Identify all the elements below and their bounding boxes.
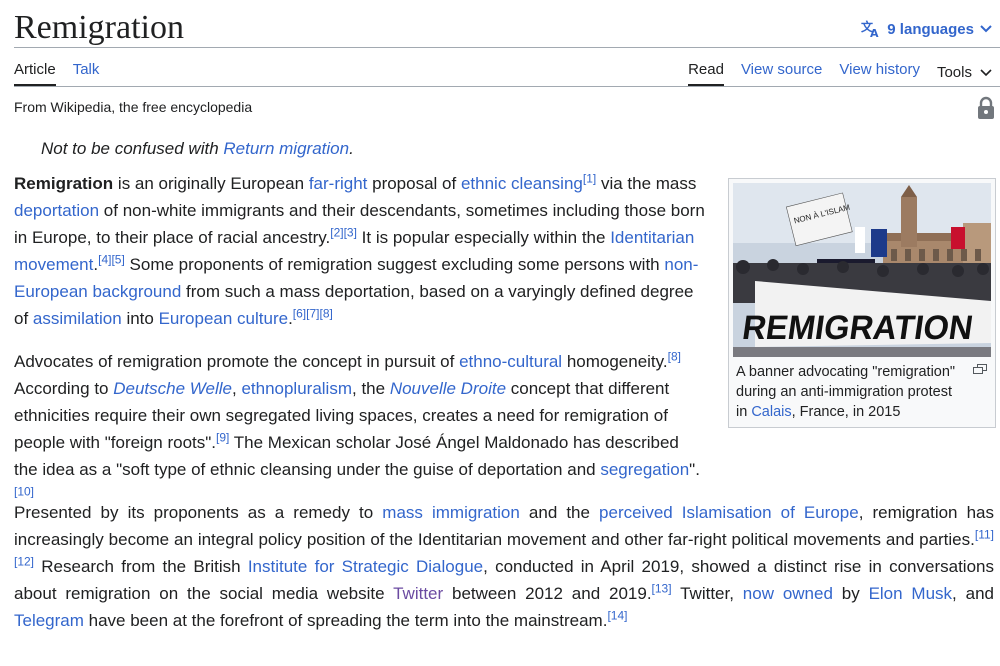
paragraph-lead: Remigration is an originally European fa… [14, 170, 706, 332]
link-mass-immigration[interactable]: mass immigration [382, 503, 520, 522]
link-deutsche-welle[interactable]: Deutsche Welle [113, 379, 232, 398]
text: is an originally European [113, 174, 309, 193]
citation-6[interactable]: [6] [293, 306, 306, 320]
text: According to [14, 379, 114, 398]
citation-14[interactable]: [14] [607, 608, 627, 622]
link-institute-strategic-dialogue[interactable]: Institute for Strategic Dialogue [248, 557, 483, 576]
figure-thumbnail: NON À L'ISLAM LA "DIVERSITÉ" REMIGRATION [728, 178, 996, 428]
text: homogeneity. [562, 352, 668, 371]
citation-2[interactable]: [2] [330, 225, 343, 239]
link-ethnopluralism[interactable]: ethnopluralism [241, 379, 352, 398]
link-calais[interactable]: Calais [751, 404, 791, 420]
text: into [121, 309, 159, 328]
hatnote: Not to be confused with Return migration… [41, 138, 354, 160]
tools-menu-button[interactable]: Tools [937, 60, 992, 86]
citation-13[interactable]: [13] [652, 581, 672, 595]
link-deportation[interactable]: deportation [14, 201, 99, 220]
text: ". [689, 460, 700, 479]
tab-read[interactable]: Read [688, 60, 724, 86]
text: have been at the forefront of spreading … [83, 611, 608, 630]
tabs-divider [14, 86, 1000, 87]
link-ethnic-cleansing[interactable]: ethnic cleansing [461, 174, 583, 193]
hatnote-period: . [349, 139, 354, 158]
site-tagline: From Wikipedia, the free encyclopedia [14, 99, 253, 115]
tab-view-source[interactable]: View source [741, 60, 822, 86]
citation-8[interactable]: [8] [319, 306, 332, 320]
citation-12[interactable]: [12] [14, 554, 34, 568]
text: by [832, 584, 869, 603]
citation-4[interactable]: [4] [98, 252, 111, 266]
text: and the [519, 503, 600, 522]
view-tabs: Read View source View history Tools [688, 60, 992, 86]
caption-text: , France, in 2015 [791, 404, 901, 420]
link-segregation[interactable]: segregation [600, 460, 689, 479]
citation-8[interactable]: [8] [668, 349, 681, 363]
banner-text: REMIGRATION [740, 309, 975, 347]
citation-9[interactable]: [9] [216, 430, 229, 444]
text: via the mass [596, 174, 697, 193]
text: Research from the British [34, 557, 248, 576]
link-twitter[interactable]: Twitter [393, 584, 443, 603]
citation-1[interactable]: [1] [583, 171, 596, 185]
tools-label: Tools [936, 64, 972, 81]
namespace-tabs: Article Talk [14, 60, 99, 86]
paragraph-advocates: Advocates of remigration promote the con… [14, 348, 706, 510]
svg-text:A: A [870, 27, 879, 38]
text: proposal of [367, 174, 461, 193]
citation-5[interactable]: [5] [111, 252, 124, 266]
hatnote-text: Not to be confused with [41, 139, 224, 158]
chevron-down-icon [980, 63, 992, 83]
citation-7[interactable]: [7] [306, 306, 319, 320]
link-european-culture[interactable]: European culture [159, 309, 288, 328]
page-title: Remigration [14, 9, 184, 46]
link-now-owned[interactable]: now owned [743, 584, 833, 603]
tab-view-history[interactable]: View history [839, 60, 920, 86]
link-assimilation[interactable]: assimilation [33, 309, 122, 328]
text: Presented by its proponents as a remedy … [14, 503, 383, 522]
text: Twitter, [671, 584, 743, 603]
tab-talk[interactable]: Talk [73, 60, 100, 86]
text: , and [952, 584, 994, 603]
citation-11[interactable]: [11] [975, 527, 994, 541]
lock-icon[interactable] [976, 96, 996, 125]
title-divider [14, 47, 1000, 48]
bold-term: Remigration [14, 174, 114, 193]
enlarge-icon[interactable] [973, 361, 987, 379]
translate-icon: 文 A [861, 20, 881, 38]
text: , the [352, 379, 390, 398]
language-selector-button[interactable]: 文 A 9 languages [861, 18, 992, 40]
languages-label: 9 languages [887, 20, 974, 38]
tab-article[interactable]: Article [14, 60, 56, 86]
link-telegram[interactable]: Telegram [14, 611, 84, 630]
text: It is popular especially within the [356, 228, 611, 247]
protest-photo[interactable]: NON À L'ISLAM LA "DIVERSITÉ" REMIGRATION [733, 183, 991, 357]
figure-caption: A banner advocating "remigration" during… [736, 362, 964, 422]
text: between 2012 and 2019. [443, 584, 652, 603]
link-nouvelle-droite[interactable]: Nouvelle Droite [390, 379, 506, 398]
paragraph-proponents: Presented by its proponents as a remedy … [14, 499, 994, 634]
link-ethno-cultural[interactable]: ethno-cultural [459, 352, 562, 371]
citation-10[interactable]: [10] [14, 484, 34, 498]
link-perceived-islamisation[interactable]: perceived Islamisation of Europe [599, 503, 859, 522]
link-elon-musk[interactable]: Elon Musk [869, 584, 952, 603]
text: Advocates of remigration promote the con… [14, 352, 460, 371]
text: Some proponents of remigration suggest e… [124, 255, 665, 274]
citation-3[interactable]: [3] [344, 225, 357, 239]
link-return-migration[interactable]: Return migration [223, 139, 349, 158]
link-far-right[interactable]: far-right [309, 174, 368, 193]
chevron-down-icon [980, 25, 992, 33]
wikipedia-article-page: Remigration 文 A 9 languages Article Talk… [0, 0, 1000, 666]
